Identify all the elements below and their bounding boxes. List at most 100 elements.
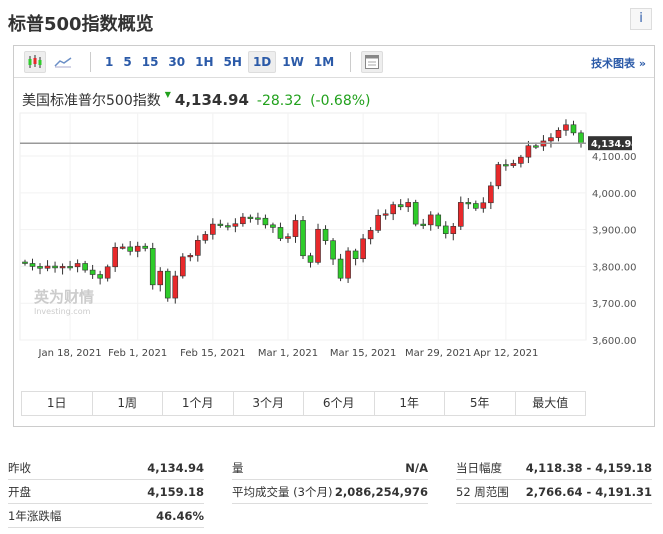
- y-tick-label: 3,900.00: [592, 226, 637, 237]
- candle-body: [52, 265, 58, 269]
- candle-body: [277, 227, 284, 239]
- candle-body: [307, 255, 314, 263]
- chart-toolbar: 1 5 15 30 1H 5H 1D 1W 1M 技术图表 »: [14, 46, 654, 78]
- x-tick-label: Mar 15, 2021: [330, 348, 397, 359]
- candle-body: [202, 234, 209, 241]
- candle-body: [397, 204, 404, 208]
- candle-body: [300, 220, 306, 257]
- stats-col-2: 量 N/A 平均成交量 (3个月) 2,086,254,976: [232, 456, 428, 504]
- stat-row: 量 N/A: [232, 456, 428, 480]
- range-1m[interactable]: 1个月: [163, 392, 234, 415]
- interval-1w[interactable]: 1W: [278, 52, 308, 72]
- stat-value: 4,134.94: [147, 460, 204, 475]
- stat-row: 当日幅度 4,118.38 - 4,159.18: [456, 456, 652, 480]
- candle-body: [179, 256, 186, 277]
- y-tick-label: 4,000.00: [592, 189, 637, 200]
- candle-body: [172, 275, 179, 299]
- stat-row: 开盘 4,159.18: [8, 480, 204, 504]
- chart-widget: 1 5 15 30 1H 5H 1D 1W 1M 技术图表 » 美国标准普尔50…: [13, 45, 655, 427]
- down-arrow-icon: ▼: [164, 90, 171, 99]
- interval-1m[interactable]: 1M: [310, 52, 338, 72]
- stat-value: 46.46%: [156, 508, 204, 523]
- divider: [90, 51, 91, 72]
- candle-body: [119, 246, 126, 249]
- candle-body: [465, 202, 472, 205]
- candle-body: [525, 145, 532, 158]
- stat-label: 平均成交量 (3个月): [232, 484, 333, 499]
- candle-body: [270, 224, 276, 228]
- interval-5h[interactable]: 5H: [220, 52, 246, 72]
- range-1w[interactable]: 1周: [93, 392, 163, 415]
- y-tick-label: 3,700.00: [592, 299, 637, 310]
- candle-body: [164, 270, 171, 299]
- candlestick-chart[interactable]: 3,600.00 3,700.00 3,800.00 3,900.00 4,000.00…: [14, 108, 654, 368]
- layout-icon[interactable]: [361, 50, 384, 73]
- x-tick-label: Apr 12, 2021: [473, 348, 538, 359]
- range-1d[interactable]: 1日: [22, 392, 93, 415]
- price-change-pct: (-0.68%): [310, 93, 371, 109]
- range-6m[interactable]: 6个月: [304, 392, 375, 415]
- stat-row: 52 周范围 2,766.64 - 4,191.31: [456, 480, 652, 504]
- y-tick-label: 3,800.00: [592, 262, 637, 273]
- range-5y[interactable]: 5年: [445, 392, 516, 415]
- candle-body: [225, 225, 231, 228]
- candle-body: [37, 266, 43, 269]
- candle-body: [74, 263, 81, 268]
- candle-body: [44, 265, 51, 269]
- candle-body: [240, 216, 246, 225]
- info-icon[interactable]: i: [630, 8, 652, 30]
- candle-body: [247, 216, 254, 219]
- y-tick-label: 3,600.00: [592, 336, 637, 347]
- candle-body: [360, 238, 366, 259]
- interval-1h[interactable]: 1H: [191, 52, 217, 72]
- range-1y[interactable]: 1年: [375, 392, 445, 415]
- stat-label: 量: [232, 460, 244, 475]
- candle-body: [262, 217, 269, 226]
- candle-body: [503, 164, 509, 167]
- candle-body: [382, 213, 389, 216]
- candle-body: [495, 164, 502, 187]
- range-3m[interactable]: 3个月: [234, 392, 304, 415]
- candle-body: [157, 270, 164, 286]
- range-max[interactable]: 最大值: [516, 392, 586, 415]
- candle-body: [457, 202, 464, 227]
- interval-1[interactable]: 1: [101, 52, 117, 72]
- candlestick-chart-icon[interactable]: [24, 50, 46, 73]
- stat-value: 4,118.38 - 4,159.18: [525, 460, 652, 475]
- candle-body: [232, 223, 239, 227]
- candle-body: [555, 129, 562, 138]
- candle-body: [420, 223, 427, 226]
- page-title: 标普500指数概览: [8, 14, 154, 35]
- price-change: -28.32: [256, 93, 303, 109]
- candle-body: [330, 240, 336, 260]
- candle-body: [337, 258, 344, 279]
- stat-label: 昨收: [8, 460, 31, 475]
- interval-5[interactable]: 5: [119, 52, 135, 72]
- candle-body: [210, 223, 216, 235]
- technical-chart-link[interactable]: 技术图表 »: [591, 55, 646, 71]
- x-tick-label: Feb 1, 2021: [108, 348, 167, 359]
- stat-row: 昨收 4,134.94: [8, 456, 204, 480]
- candle-body: [518, 156, 524, 164]
- stats-col-1: 昨收 4,134.94 开盘 4,159.18 1年涨跌幅 46.46%: [8, 456, 204, 528]
- candle-body: [187, 255, 194, 258]
- candle-body: [450, 226, 457, 234]
- candle-body: [533, 145, 539, 148]
- line-chart-icon[interactable]: [52, 51, 74, 73]
- candle-body: [82, 263, 88, 271]
- watermark-text: Investing.com: [34, 307, 91, 316]
- candle-body: [473, 203, 479, 209]
- candle-body: [97, 274, 103, 279]
- stat-label: 1年涨跌幅: [8, 508, 62, 523]
- x-tick-label: Mar 1, 2021: [258, 348, 318, 359]
- interval-30[interactable]: 30: [164, 52, 189, 72]
- interval-1d[interactable]: 1D: [247, 50, 277, 73]
- instrument-name: 美国标准普尔500指数: [22, 93, 161, 109]
- stat-value: N/A: [405, 460, 428, 475]
- interval-15[interactable]: 15: [138, 52, 163, 72]
- x-tick-label: Jan 18, 2021: [38, 348, 102, 359]
- stats-col-3: 当日幅度 4,118.38 - 4,159.18 52 周范围 2,766.64 -…: [456, 456, 652, 504]
- candle-body: [112, 246, 118, 268]
- candle-body: [285, 236, 291, 239]
- candle-body: [352, 250, 359, 259]
